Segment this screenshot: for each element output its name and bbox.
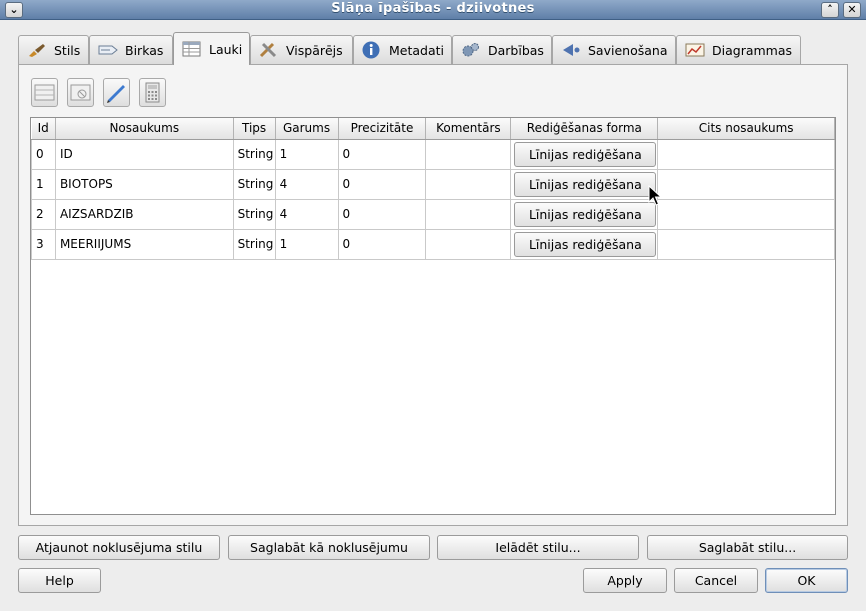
cell-length[interactable]: 4 — [274, 198, 339, 230]
cell-comment[interactable] — [425, 138, 512, 170]
edit-widget-button[interactable]: Līnijas rediģēšana — [514, 201, 657, 227]
cell-name[interactable]: ID — [54, 138, 234, 170]
tab-darbibas[interactable]: Darbības — [452, 35, 552, 64]
tools-icon — [259, 42, 279, 58]
cell-comment[interactable] — [425, 168, 512, 200]
cell-type[interactable]: String — [232, 198, 276, 230]
column-header-comment[interactable]: Komentārs — [425, 118, 512, 140]
cell-id[interactable]: 1 — [31, 168, 56, 200]
chevron-up-icon: ˄ — [827, 3, 833, 16]
cell-alias[interactable] — [657, 138, 835, 170]
maximize-button[interactable]: ˄ — [821, 2, 839, 18]
label-icon — [98, 42, 118, 58]
cancel-button[interactable]: Cancel — [674, 568, 758, 593]
tab-savienosana[interactable]: Savienošana — [552, 35, 676, 64]
tab-metadati[interactable]: Metadati — [353, 35, 452, 64]
tab-diagrammas[interactable]: Diagrammas — [676, 35, 801, 64]
window-title: Slāņa īpašības - dziivotnes — [331, 1, 535, 16]
cell-name[interactable]: AIZSARDZIB — [54, 198, 234, 230]
edit-widget-button[interactable]: Līnijas rediģēšana — [514, 141, 657, 167]
ok-button[interactable]: OK — [765, 568, 848, 593]
cell-name[interactable]: BIOTOPS — [54, 168, 234, 200]
cell-type[interactable]: String — [232, 138, 276, 170]
brush-icon — [27, 42, 47, 58]
cell-id[interactable]: 0 — [31, 138, 56, 170]
cell-edit-form: Līnijas rediģēšana — [510, 168, 659, 200]
column-header-length[interactable]: Garums — [275, 118, 339, 140]
info-icon — [362, 41, 382, 59]
toggle-editing-button[interactable] — [103, 78, 130, 107]
column-header-type[interactable]: Tips — [233, 118, 276, 140]
table-row: 2 AIZSARDZIB String 4 0 Līnijas rediģēša… — [31, 198, 835, 230]
cell-id[interactable]: 2 — [31, 198, 56, 230]
edit-widget-button[interactable]: Līnijas rediģēšana — [514, 231, 657, 257]
cell-alias[interactable] — [657, 168, 835, 200]
cell-edit-form: Līnijas rediģēšana — [510, 228, 659, 260]
tab-label: Darbības — [488, 42, 544, 58]
help-button[interactable]: Help — [18, 568, 101, 593]
fields-panel: Id Nosaukums Tips Garums Precizitāte Kom… — [18, 64, 848, 526]
tab-label: Stils — [54, 42, 81, 58]
close-button[interactable]: ✕ — [843, 2, 861, 18]
cell-alias[interactable] — [657, 228, 835, 260]
field-calculator-button[interactable] — [139, 78, 166, 107]
cell-comment[interactable] — [425, 198, 512, 230]
tab-label: Diagrammas — [712, 42, 793, 58]
cell-comment[interactable] — [425, 228, 512, 260]
cell-alias[interactable] — [657, 198, 835, 230]
save-as-default-button[interactable]: Saglabāt kā noklusējumu — [228, 535, 430, 560]
tab-birkas[interactable]: Birkas — [89, 35, 173, 64]
tab-label: Metadati — [389, 42, 445, 58]
delete-column-button[interactable] — [67, 78, 94, 107]
tab-label: Birkas — [125, 42, 164, 58]
fields-table: Id Nosaukums Tips Garums Precizitāte Kom… — [30, 117, 836, 515]
restore-default-style-button[interactable]: Atjaunot noklusējuma stilu — [18, 535, 220, 560]
delete-column-icon — [70, 84, 91, 101]
cell-id[interactable]: 3 — [31, 228, 56, 260]
tab-label: Lauki — [209, 41, 243, 57]
close-icon: ✕ — [847, 3, 857, 16]
cell-name[interactable]: MEERIIJUMS — [54, 228, 234, 260]
cell-length[interactable]: 1 — [274, 228, 339, 260]
tab-label: Savienošana — [588, 42, 668, 58]
table-icon — [182, 41, 202, 57]
cell-type[interactable]: String — [232, 228, 276, 260]
tab-label: Vispārējs — [286, 42, 343, 58]
table-row: 0 ID String 1 0 Līnijas rediģēšana — [31, 138, 835, 170]
toggle-editing-icon — [107, 85, 125, 103]
column-header-precision[interactable]: Precizitāte — [338, 118, 427, 140]
join-icon — [561, 42, 581, 58]
title-bar: ⌄ Slāņa īpašības - dziivotnes ˄ ✕ — [0, 0, 866, 20]
table-row: 1 BIOTOPS String 4 0 Līnijas rediģēšana — [31, 168, 835, 200]
field-calculator-icon — [145, 82, 160, 103]
apply-button[interactable]: Apply — [583, 568, 667, 593]
cell-precision[interactable]: 0 — [337, 228, 427, 260]
cell-precision[interactable]: 0 — [337, 168, 427, 200]
cell-edit-form: Līnijas rediģēšana — [510, 138, 659, 170]
tab-visparejs[interactable]: Vispārējs — [250, 35, 353, 64]
cell-type[interactable]: String — [232, 168, 276, 200]
cell-edit-form: Līnijas rediģēšana — [510, 198, 659, 230]
cell-precision[interactable]: 0 — [337, 138, 427, 170]
cell-precision[interactable]: 0 — [337, 198, 427, 230]
table-row: 3 MEERIIJUMS String 1 0 Līnijas rediģēša… — [31, 228, 835, 260]
column-header-edit-form[interactable]: Rediģēšanas forma — [510, 118, 659, 140]
new-column-button[interactable] — [31, 78, 58, 107]
cell-length[interactable]: 1 — [274, 138, 339, 170]
column-header-id[interactable]: Id — [31, 118, 56, 140]
load-style-button[interactable]: Ielādēt stilu... — [437, 535, 639, 560]
gears-icon — [461, 42, 481, 58]
column-header-name[interactable]: Nosaukums — [55, 118, 234, 140]
table-header-row: Id Nosaukums Tips Garums Precizitāte Kom… — [31, 118, 835, 140]
save-style-button[interactable]: Saglabāt stilu... — [647, 535, 848, 560]
chart-icon — [685, 42, 705, 58]
column-header-alias[interactable]: Cits nosaukums — [657, 118, 835, 140]
edit-widget-button[interactable]: Līnijas rediģēšana — [514, 171, 657, 197]
tab-stils[interactable]: Stils — [18, 35, 89, 64]
cell-length[interactable]: 4 — [274, 168, 339, 200]
mouse-pointer-icon — [648, 185, 662, 206]
tab-lauki[interactable]: Lauki — [173, 32, 250, 65]
new-column-icon — [34, 84, 55, 101]
